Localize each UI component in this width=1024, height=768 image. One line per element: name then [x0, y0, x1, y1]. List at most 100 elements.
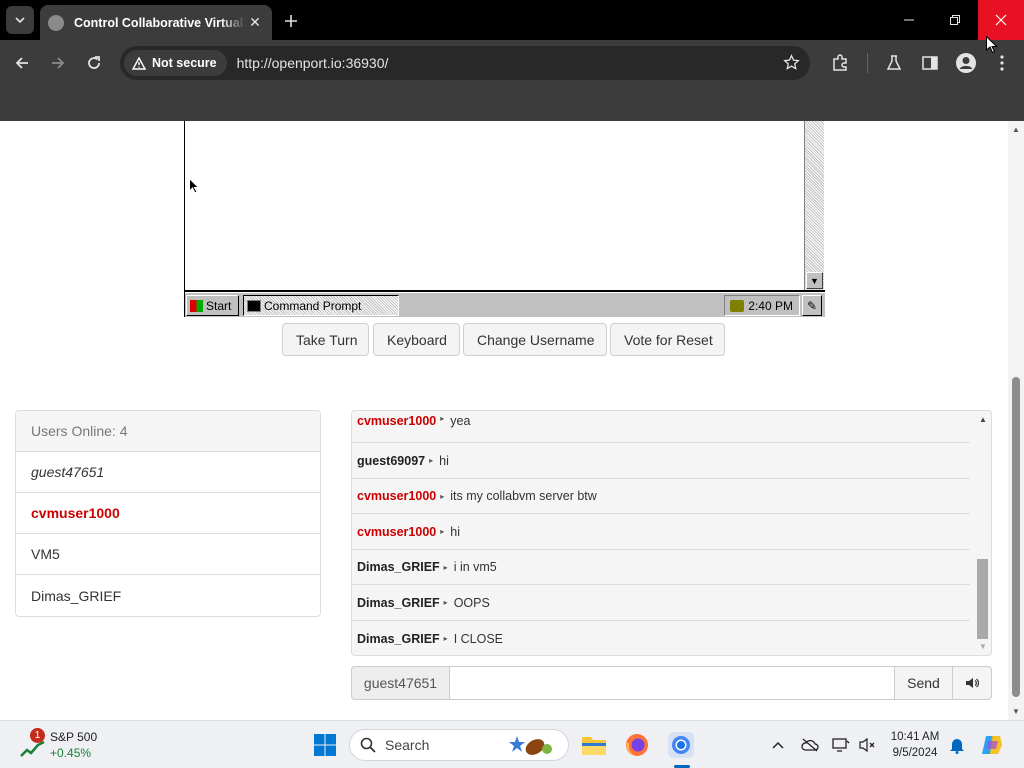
stock-widget[interactable]: 1 S&P 500 +0.45% [18, 728, 128, 762]
scroll-down-arrow-icon[interactable]: ▼ [806, 272, 823, 289]
labs-button[interactable] [882, 51, 906, 75]
scroll-down-arrow-icon[interactable]: ▼ [979, 642, 987, 651]
start-button[interactable] [310, 730, 340, 760]
cloud-off-icon [801, 738, 819, 752]
puzzle-icon [833, 54, 847, 71]
page-scrollbar[interactable]: ▲ ▼ [1008, 121, 1024, 720]
notifications-button[interactable] [942, 730, 972, 760]
chat-text: hi [439, 453, 449, 468]
scroll-up-arrow-icon[interactable]: ▲ [979, 415, 987, 424]
arrow-right-icon: ▸ [440, 414, 445, 423]
address-bar[interactable]: Not secure http://openport.io:36930/ [120, 46, 810, 80]
chat-username: cvmuser1000 [357, 414, 437, 428]
user-list-item[interactable]: cvmuser1000 [16, 493, 320, 534]
take-turn-button[interactable]: Take Turn [282, 323, 369, 356]
globe-icon [48, 14, 64, 31]
user-list-item[interactable]: VM5 [16, 534, 320, 575]
copilot-button[interactable] [977, 730, 1007, 760]
firefox-button[interactable] [622, 730, 652, 760]
speaker-icon [966, 678, 979, 688]
security-label: Not secure [152, 56, 217, 70]
chat-panel: cvmuser1000 ▸ yea guest69097 ▸ hi cvmuser100… [351, 410, 992, 656]
new-tab-button[interactable] [280, 10, 302, 32]
users-online-panel: Users Online: 4 guest47651 cvmuser1000 V… [15, 410, 321, 617]
arrow-right-icon [52, 57, 65, 69]
web-page: ▼ Start Command Prompt 2:40 PM ✎ Take Tu… [0, 121, 1024, 720]
active-tab[interactable]: Control Collaborative Virtual M ✕ [40, 5, 272, 40]
windows-logo-icon [314, 734, 336, 756]
page-scroll-thumb[interactable] [1012, 377, 1020, 697]
network-tray-button[interactable] [826, 730, 856, 760]
tab-title: Control Collaborative Virtual M [74, 15, 246, 30]
vm-start-button[interactable]: Start [186, 295, 239, 316]
chat-message: cvmuser1000 ▸ its my collabvm server btw [352, 479, 970, 514]
show-hidden-icons-button[interactable] [763, 730, 793, 760]
chat-username: Dimas_GRIEF [357, 631, 440, 646]
vm-keyboard-icon[interactable]: ✎ [802, 295, 822, 316]
chat-scrollbar[interactable]: ▲ ▼ [974, 411, 991, 655]
site-info-chip[interactable]: Not secure [124, 50, 227, 76]
chat-username: guest69097 [357, 453, 426, 468]
chat-text: I CLOSE [453, 631, 504, 646]
scroll-down-arrow-icon[interactable]: ▼ [1012, 707, 1020, 716]
stock-change: +0.45% [50, 746, 92, 760]
chat-message: Dimas_GRIEF ▸ I CLOSE [352, 621, 970, 655]
volume-tray-button[interactable] [853, 730, 883, 760]
copilot-icon [982, 736, 1002, 754]
bell-icon [950, 739, 964, 754]
user-list-item[interactable]: guest47651 [16, 452, 320, 493]
folder-icon [582, 737, 606, 755]
flask-icon [886, 55, 902, 70]
chat-message-input[interactable] [449, 666, 895, 700]
vm-screen[interactable]: ▼ Start Command Prompt 2:40 PM ✎ [184, 121, 825, 317]
vm-task-command-prompt[interactable]: Command Prompt [243, 295, 399, 316]
arrow-right-icon: ▸ [440, 527, 445, 536]
minimize-button[interactable] [886, 0, 932, 40]
chat-text: yea [450, 414, 471, 428]
profile-button[interactable] [954, 51, 978, 75]
scheduler-icon [730, 299, 745, 312]
vote-reset-button[interactable]: Vote for Reset [610, 323, 725, 356]
chat-username: cvmuser1000 [357, 524, 437, 539]
user-list-item[interactable]: Dimas_GRIEF [16, 575, 320, 616]
menu-button[interactable] [990, 51, 1014, 75]
restore-button[interactable] [932, 0, 978, 40]
side-panel-icon [922, 56, 938, 70]
search-label: Search [385, 737, 430, 753]
arrow-right-icon: ▸ [443, 562, 448, 572]
vm-desktop-area[interactable] [185, 121, 804, 290]
sound-toggle-button[interactable] [952, 666, 992, 700]
vm-window-scrollbar[interactable]: ▼ [804, 121, 824, 290]
bookmark-star-icon[interactable] [783, 54, 800, 76]
taskbar-clock[interactable]: 10:41 AM 9/5/2024 [884, 729, 946, 761]
scroll-up-arrow-icon[interactable]: ▲ [1012, 125, 1020, 134]
arrow-right-icon: ▸ [429, 456, 434, 465]
vm-taskbar: Start Command Prompt 2:40 PM ✎ [185, 292, 825, 317]
url-text[interactable]: http://openport.io:36930/ [237, 55, 389, 71]
side-panel-button[interactable] [918, 51, 942, 75]
chevron-down-icon [15, 17, 25, 24]
taskbar-search[interactable]: Search [349, 729, 569, 761]
windows-logo-icon [190, 299, 203, 312]
arrow-right-icon: ▸ [440, 491, 445, 501]
chat-input-bar: guest47651 Send [351, 666, 992, 700]
back-button[interactable] [10, 51, 34, 75]
chevron-up-icon [772, 741, 784, 749]
chrome-button[interactable] [666, 730, 696, 760]
onedrive-tray-button[interactable] [795, 730, 825, 760]
reload-icon [88, 56, 100, 69]
close-window-button[interactable] [978, 0, 1024, 40]
forward-button[interactable] [46, 51, 70, 75]
tab-search-button[interactable] [6, 6, 34, 34]
chat-text: hi [450, 524, 460, 539]
extensions-button[interactable] [828, 51, 852, 75]
file-explorer-button[interactable] [579, 730, 609, 760]
chat-scroll-thumb[interactable] [977, 559, 988, 639]
toolbar-divider [867, 53, 868, 73]
tab-close-icon[interactable]: ✕ [246, 14, 264, 32]
send-button[interactable]: Send [894, 666, 953, 700]
mouse-pointer-icon [986, 36, 998, 54]
change-username-button[interactable]: Change Username [463, 323, 607, 356]
reload-button[interactable] [82, 51, 106, 75]
keyboard-button[interactable]: Keyboard [373, 323, 460, 356]
